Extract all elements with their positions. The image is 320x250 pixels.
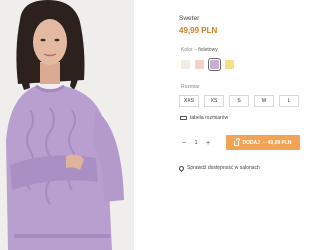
location-pin-icon — [177, 164, 186, 172]
color-label: Kolor – fioletowy — [181, 47, 218, 53]
add-to-cart-price: 49,99 PLN — [267, 139, 292, 146]
product-details-panel: Sweter 49,99 PLN Kolor – fioletowy Rozmi… — [177, 0, 300, 250]
add-to-cart-separator: - — [262, 139, 265, 146]
size-button-m[interactable]: M — [254, 95, 274, 107]
shopping-bag-icon — [234, 138, 240, 146]
quantity-stepper: − 1 + — [179, 137, 219, 149]
ruler-icon — [180, 116, 187, 120]
store-availability-label: Sprawdź dostępność w salonach — [187, 165, 260, 171]
quantity-value[interactable]: 1 — [189, 140, 203, 146]
size-button-xs[interactable]: XS — [204, 95, 224, 107]
quantity-decrease-button[interactable]: − — [179, 137, 189, 149]
size-table-link-label: tabela rozmiarów — [190, 115, 229, 121]
color-swatch-cream[interactable] — [181, 60, 190, 69]
product-title: Sweter — [179, 15, 200, 22]
add-to-cart-button[interactable]: DODAJ - 49,99 PLN — [226, 135, 300, 150]
product-price: 49,99 PLN — [179, 26, 218, 35]
selected-color-name: fioletowy — [198, 47, 218, 53]
size-button-xxs[interactable]: XXS — [179, 95, 199, 107]
color-swatch-purple[interactable] — [208, 58, 221, 71]
add-to-cart-label: DODAJ — [242, 139, 260, 146]
size-button-l[interactable]: L — [279, 95, 299, 107]
color-label-text: Kolor — [181, 47, 193, 53]
store-availability-link[interactable]: Sprawdź dostępność w salonach — [177, 164, 260, 172]
model-wearing-sweater-image — [0, 0, 134, 250]
size-label: Rozmiar — [181, 84, 200, 90]
size-table-link[interactable]: tabela rozmiarów — [180, 114, 228, 122]
product-photo[interactable] — [0, 0, 134, 250]
color-swatch-yellow[interactable] — [225, 60, 234, 69]
color-swatch-pink[interactable] — [195, 60, 204, 69]
size-button-s[interactable]: S — [229, 95, 249, 107]
product-page: Sweter 49,99 PLN Kolor – fioletowy Rozmi… — [0, 0, 300, 250]
quantity-increase-button[interactable]: + — [203, 137, 213, 149]
